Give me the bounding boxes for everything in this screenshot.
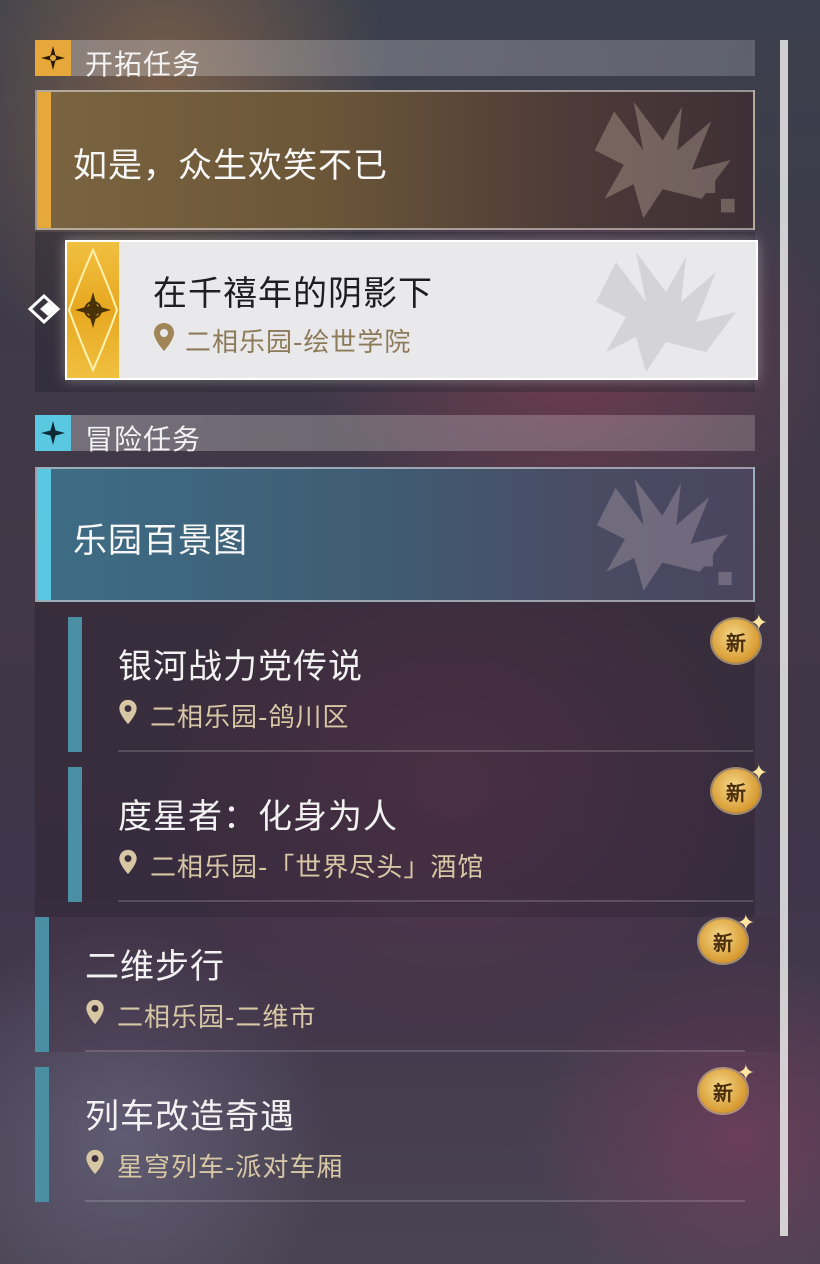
card-emblem-icon [596,252,736,372]
quest-type-strip [67,242,119,378]
sparkle-icon: ✦ [749,611,768,636]
new-badge: 新 ✦ [695,1061,755,1117]
quest-title: 列车改造奇遇 [85,1097,295,1137]
quest-item[interactable]: 度星者：化身为人 二相乐园-「世界尽头」酒馆 新 ✦ [68,761,768,902]
trailblaze-diamond-icon [67,247,119,373]
quest-title: 度星者：化身为人 [118,797,398,837]
location-pin-icon [86,1149,104,1175]
quest-item[interactable]: 二维步行 二相乐园-二维市 新 ✦ [35,911,780,1052]
quest-bar [68,617,82,752]
quest-item[interactable]: 银河战力党传说 二相乐园-鸽川区 新 ✦ [68,611,768,752]
divider [85,1200,745,1202]
quest-item[interactable]: 列车改造奇遇 星穹列车-派对车厢 新 ✦ [35,1061,780,1202]
trailblaze-star-icon [35,40,71,76]
divider [85,1050,745,1052]
location-pin-icon [154,323,174,351]
new-badge: 新 ✦ [708,761,768,817]
quest-title: 在千禧年的阴影下 [153,274,433,314]
adventure-star-icon [35,415,71,451]
new-badge: 新 ✦ [695,911,755,967]
chapter-title: 如是，众生欢笑不已 [73,146,388,186]
quest-bar [68,767,82,902]
quest-title: 二维步行 [85,947,225,987]
quest-bar [35,917,49,1052]
sparkle-icon: ✦ [736,1061,755,1086]
location-pin-icon [86,999,104,1025]
section-title-trailblaze: 开拓任务 [85,48,202,81]
section-title-adventure: 冒险任务 [85,423,202,456]
location-pin-icon [119,699,137,725]
sparkle-icon: ✦ [736,911,755,936]
quest-title: 银河战力党传说 [118,647,363,687]
chapter-adventure[interactable]: 乐园百景图 [35,467,755,602]
chapter-emblem-icon [596,478,732,591]
chapter-title: 乐园百景图 [73,521,248,561]
divider [118,900,753,902]
divider [118,750,753,752]
scrollbar-thumb[interactable] [780,40,788,1236]
quest-location: 二相乐园-绘世学院 [185,328,412,358]
new-badge: 新 ✦ [708,611,768,667]
chapter-accent-bar [37,469,51,600]
sparkle-icon: ✦ [749,761,768,786]
quest-location: 二相乐园-「世界尽头」酒馆 [150,853,485,883]
quest-location: 星穹列车-派对车厢 [117,1153,344,1183]
section-header-trailblaze: 开拓任务 [35,40,755,81]
chapter-trailblaze[interactable]: 如是，众生欢笑不已 [35,90,755,230]
selection-arrow-icon [27,293,61,325]
quest-location: 二相乐园-鸽川区 [150,703,350,733]
location-pin-icon [119,849,137,875]
quest-card-selected[interactable]: 在千禧年的阴影下 二相乐园-绘世学院 [65,240,758,380]
quest-bar [35,1067,49,1202]
chapter-emblem-icon [594,101,735,219]
section-header-adventure: 冒险任务 [35,415,755,456]
chapter-accent-bar [37,92,51,228]
quest-location: 二相乐园-二维市 [117,1003,317,1033]
